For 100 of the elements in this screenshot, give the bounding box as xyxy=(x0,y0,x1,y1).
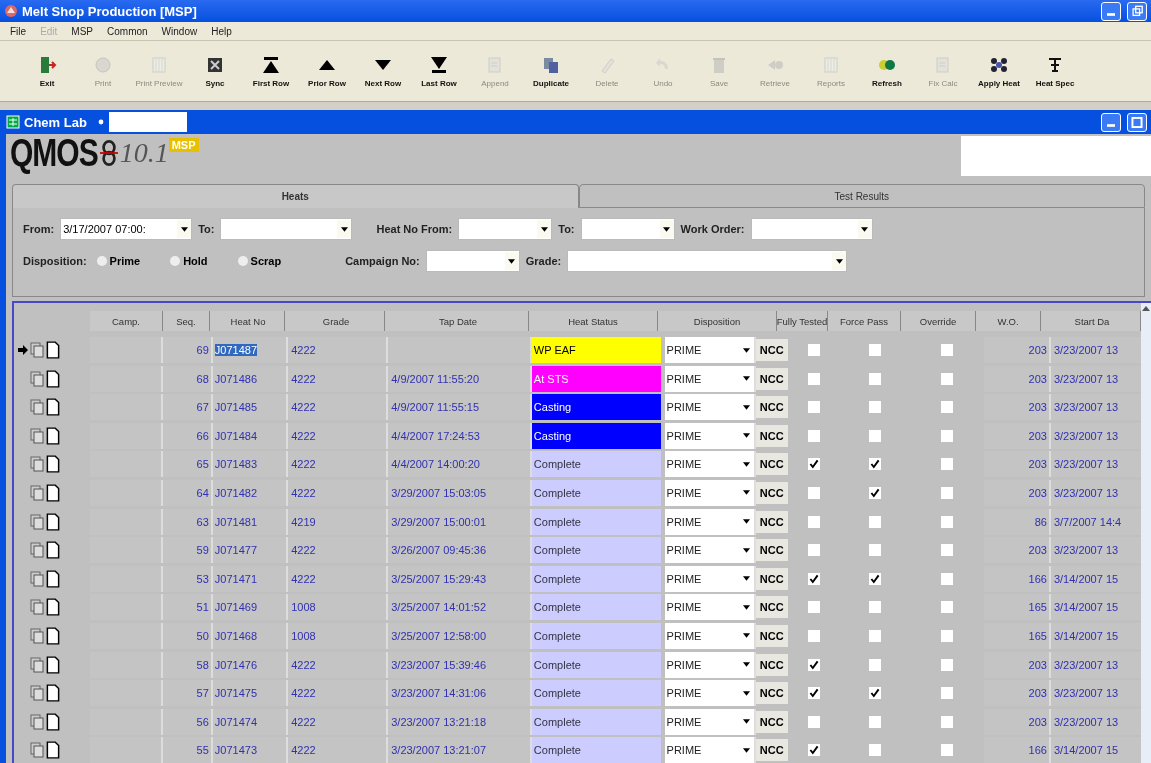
document-icon[interactable] xyxy=(46,369,60,388)
checkbox[interactable] xyxy=(940,515,953,528)
checkbox[interactable] xyxy=(808,486,821,499)
toolbar-button[interactable]: Apply Heat xyxy=(974,45,1024,97)
ncc-button[interactable]: NCC xyxy=(755,424,788,447)
checkbox[interactable] xyxy=(940,658,953,671)
radio-button[interactable]: Hold xyxy=(170,255,208,267)
column-header[interactable]: Seq. xyxy=(163,311,210,331)
disposition-dropdown[interactable]: PRIME xyxy=(664,479,756,506)
checkbox[interactable] xyxy=(808,629,821,642)
disposition-dropdown[interactable]: PRIME xyxy=(664,508,756,535)
checkbox[interactable] xyxy=(940,344,953,356)
ncc-button[interactable]: NCC xyxy=(755,653,788,676)
document-icon[interactable] xyxy=(46,483,60,502)
checkbox[interactable] xyxy=(940,715,953,728)
document-icon[interactable] xyxy=(46,598,60,617)
checkbox[interactable] xyxy=(868,744,881,757)
document-icon[interactable] xyxy=(46,626,60,645)
checkbox[interactable] xyxy=(940,486,953,499)
ncc-button[interactable]: NCC xyxy=(755,367,788,390)
checkbox[interactable] xyxy=(940,687,953,700)
checkbox[interactable] xyxy=(808,601,821,614)
tab[interactable]: Test Results xyxy=(578,184,1145,208)
column-header[interactable]: Override xyxy=(901,311,976,331)
heat-no-dropdown[interactable] xyxy=(458,218,553,240)
to-dropdown[interactable] xyxy=(220,218,353,240)
checkbox[interactable] xyxy=(940,401,953,414)
work-order-dropdown[interactable] xyxy=(750,218,873,240)
toolbar-button[interactable]: Prior Row xyxy=(302,45,352,97)
toolbar-button[interactable]: Exit xyxy=(22,45,72,97)
checkbox[interactable] xyxy=(868,486,881,499)
document-icon[interactable] xyxy=(46,512,60,531)
checkbox[interactable] xyxy=(868,372,881,385)
ncc-button[interactable]: NCC xyxy=(755,539,788,562)
column-header[interactable]: Tap Date xyxy=(385,311,529,331)
document-icon[interactable] xyxy=(46,684,60,703)
checkbox[interactable] xyxy=(808,344,821,356)
toolbar-button[interactable]: First Row xyxy=(246,45,296,97)
disposition-dropdown[interactable]: PRIME xyxy=(664,622,756,649)
checkbox[interactable] xyxy=(868,458,881,471)
column-header[interactable]: Start Da xyxy=(1041,311,1141,331)
from-dropdown[interactable]: 3/17/2007 07:00: xyxy=(60,218,193,240)
ncc-button[interactable]: NCC xyxy=(755,453,788,476)
checkbox[interactable] xyxy=(808,401,821,414)
disposition-dropdown[interactable]: PRIME xyxy=(664,594,756,621)
column-header[interactable]: Disposition xyxy=(658,311,777,331)
document-icon[interactable] xyxy=(46,712,60,731)
menu-item[interactable]: Help xyxy=(205,25,240,37)
checkbox[interactable] xyxy=(868,401,881,414)
checkbox[interactable] xyxy=(808,544,821,557)
checkbox[interactable] xyxy=(940,372,953,385)
table-cell[interactable]: J071475 xyxy=(212,680,289,707)
table-cell[interactable]: J071481 xyxy=(212,508,289,535)
checkbox[interactable] xyxy=(808,429,821,442)
menu-item[interactable]: MSP xyxy=(65,25,102,37)
checkbox[interactable] xyxy=(808,458,821,471)
column-header[interactable]: Heat No xyxy=(210,311,285,331)
document-icon[interactable] xyxy=(46,541,60,560)
document-icon[interactable] xyxy=(46,569,60,588)
checkbox[interactable] xyxy=(808,744,821,757)
disposition-dropdown[interactable]: PRIME xyxy=(664,537,756,564)
toolbar-button[interactable]: Next Row xyxy=(358,45,408,97)
checkbox[interactable] xyxy=(868,629,881,642)
checkbox[interactable] xyxy=(868,544,881,557)
checkbox[interactable] xyxy=(940,601,953,614)
ncc-button[interactable]: NCC xyxy=(755,396,788,419)
table-cell[interactable]: J071483 xyxy=(212,451,289,478)
toolbar-button[interactable]: Sync xyxy=(190,45,240,97)
disposition-dropdown[interactable]: PRIME xyxy=(664,451,756,478)
checkbox[interactable] xyxy=(868,344,881,356)
ncc-button[interactable]: NCC xyxy=(755,624,788,647)
table-cell[interactable]: J071487 xyxy=(212,337,289,363)
checkbox[interactable] xyxy=(940,744,953,757)
checkbox[interactable] xyxy=(940,572,953,585)
table-cell[interactable]: J071482 xyxy=(212,479,289,506)
checkbox[interactable] xyxy=(940,429,953,442)
column-header[interactable]: Fully Tested xyxy=(777,311,828,331)
grade-dropdown[interactable] xyxy=(567,250,848,272)
scroll-up-icon[interactable] xyxy=(1142,306,1150,311)
campaign-dropdown[interactable] xyxy=(425,250,520,272)
ncc-button[interactable]: NCC xyxy=(755,510,788,533)
disposition-dropdown[interactable]: PRIME xyxy=(664,365,756,392)
disposition-dropdown[interactable]: PRIME xyxy=(664,337,756,363)
checkbox[interactable] xyxy=(940,629,953,642)
checkbox[interactable] xyxy=(808,572,821,585)
checkbox[interactable] xyxy=(868,601,881,614)
heat-no-to-dropdown[interactable] xyxy=(580,218,675,240)
tab[interactable]: Heats xyxy=(12,184,579,208)
ncc-button[interactable]: NCC xyxy=(755,567,788,590)
checkbox[interactable] xyxy=(868,658,881,671)
checkbox[interactable] xyxy=(808,515,821,528)
table-cell[interactable]: J071471 xyxy=(212,565,289,592)
checkbox[interactable] xyxy=(808,658,821,671)
disposition-dropdown[interactable]: PRIME xyxy=(664,737,756,763)
column-header[interactable]: W.O. xyxy=(976,311,1041,331)
table-cell[interactable]: J071477 xyxy=(212,537,289,564)
ncc-button[interactable]: NCC xyxy=(755,339,788,361)
column-header[interactable]: Grade xyxy=(285,311,385,331)
menu-item[interactable]: Common xyxy=(101,25,156,37)
disposition-dropdown[interactable]: PRIME xyxy=(664,708,756,735)
